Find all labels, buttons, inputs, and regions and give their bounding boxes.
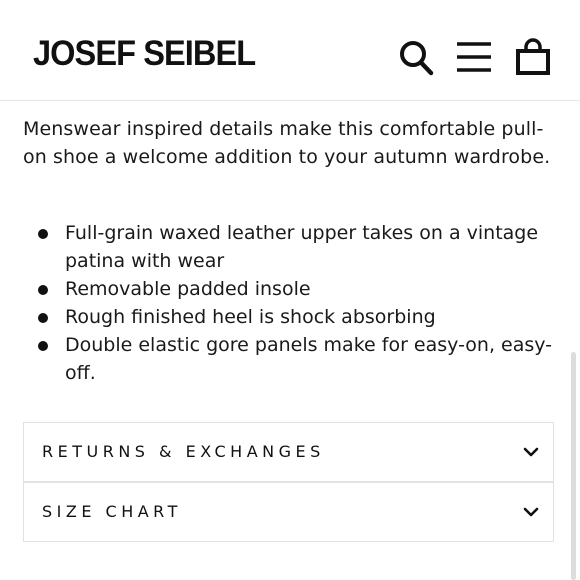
- brand-logo[interactable]: JOSEF SEIBEL: [33, 34, 256, 74]
- bullet-dot-icon: [38, 285, 48, 295]
- feature-list: Full-grain waxed leather upper takes on …: [23, 219, 553, 387]
- search-icon[interactable]: [398, 38, 434, 76]
- hamburger-menu-icon[interactable]: [456, 38, 492, 76]
- bullet-dot-icon: [38, 313, 48, 323]
- feature-text: Full-grain waxed leather upper takes on …: [65, 222, 539, 272]
- list-item: Full-grain waxed leather upper takes on …: [23, 219, 553, 275]
- list-item: Double elastic gore panels make for easy…: [23, 331, 553, 387]
- feature-text: Rough finished heel is shock absorbing: [65, 306, 436, 328]
- feature-text: Double elastic gore panels make for easy…: [65, 334, 553, 384]
- chevron-down-icon[interactable]: [523, 445, 539, 459]
- size-chart-accordion[interactable]: SIZE CHART: [23, 482, 554, 542]
- bullet-dot-icon: [38, 341, 48, 351]
- accordion-label: SIZE CHART: [42, 502, 182, 521]
- list-item: Rough finished heel is shock absorbing: [23, 303, 553, 331]
- scrollbar[interactable]: [571, 352, 576, 580]
- returns-exchanges-accordion[interactable]: RETURNS & EXCHANGES: [23, 422, 554, 482]
- site-header: JOSEF SEIBEL: [0, 0, 580, 101]
- feature-text: Removable padded insole: [65, 278, 311, 300]
- chevron-down-icon[interactable]: [523, 505, 539, 519]
- product-description: Menswear inspired details make this comf…: [23, 118, 551, 168]
- accordion-label: RETURNS & EXCHANGES: [42, 442, 325, 461]
- shopping-bag-icon[interactable]: [515, 38, 551, 76]
- list-item: Removable padded insole: [23, 275, 553, 303]
- bullet-dot-icon: [38, 229, 48, 239]
